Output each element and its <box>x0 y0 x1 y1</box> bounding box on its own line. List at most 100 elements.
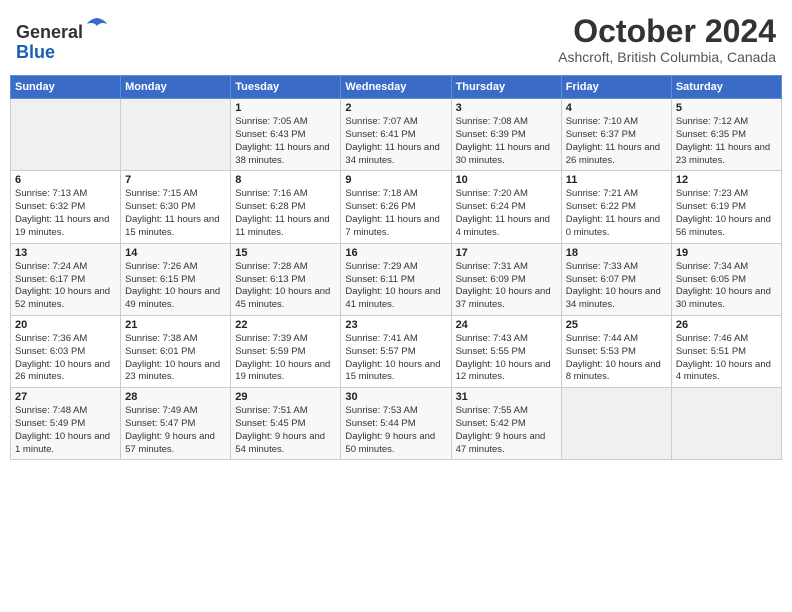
day-info: Sunrise: 7:18 AM Sunset: 6:26 PM Dayligh… <box>345 188 446 239</box>
page-header: General Blue October 2024 Ashcroft, Brit… <box>10 10 782 69</box>
day-info: Sunrise: 7:33 AM Sunset: 6:07 PM Dayligh… <box>566 261 667 312</box>
day-number: 27 <box>15 391 116 403</box>
day-number: 13 <box>15 247 116 259</box>
calendar-cell: 15 Sunrise: 7:28 AM Sunset: 6:13 PM Dayli… <box>231 243 341 315</box>
day-info: Sunrise: 7:29 AM Sunset: 6:11 PM Dayligh… <box>345 261 446 312</box>
weekday-header: Thursday <box>451 76 561 99</box>
calendar-week-row: 27 Sunrise: 7:48 AM Sunset: 5:49 PM Dayli… <box>11 388 782 460</box>
calendar-cell: 2Sunrise: 7:07 AM Sunset: 6:41 PM Daylig… <box>341 99 451 171</box>
calendar-cell: 12Sunrise: 7:23 AM Sunset: 6:19 PM Dayli… <box>671 171 781 243</box>
logo: General Blue <box>16 14 109 63</box>
weekday-header-row: SundayMondayTuesdayWednesdayThursdayFrid… <box>11 76 782 99</box>
day-info: Sunrise: 7:10 AM Sunset: 6:37 PM Dayligh… <box>566 116 667 167</box>
day-number: 14 <box>125 247 226 259</box>
calendar-cell: 25 Sunrise: 7:44 AM Sunset: 5:53 PM Dayli… <box>561 315 671 387</box>
location-title: Ashcroft, British Columbia, Canada <box>558 49 776 65</box>
calendar-cell: 31 Sunrise: 7:55 AM Sunset: 5:42 PM Dayli… <box>451 388 561 460</box>
calendar-cell: 19 Sunrise: 7:34 AM Sunset: 6:05 PM Dayli… <box>671 243 781 315</box>
day-number: 9 <box>345 174 446 186</box>
calendar-cell: 5 Sunrise: 7:12 AM Sunset: 6:35 PM Daylig… <box>671 99 781 171</box>
day-number: 7 <box>125 174 226 186</box>
day-number: 30 <box>345 391 446 403</box>
calendar-table: SundayMondayTuesdayWednesdayThursdayFrid… <box>10 75 782 460</box>
day-number: 29 <box>235 391 336 403</box>
day-number: 24 <box>456 319 557 331</box>
day-number: 5 <box>676 102 777 114</box>
calendar-cell: 22Sunrise: 7:39 AM Sunset: 5:59 PM Dayli… <box>231 315 341 387</box>
calendar-cell: 21 Sunrise: 7:38 AM Sunset: 6:01 PM Dayli… <box>121 315 231 387</box>
day-number: 28 <box>125 391 226 403</box>
weekday-header: Wednesday <box>341 76 451 99</box>
day-info: Sunrise: 7:43 AM Sunset: 5:55 PM Dayligh… <box>456 333 557 384</box>
calendar-week-row: 6 Sunrise: 7:13 AM Sunset: 6:32 PM Daylig… <box>11 171 782 243</box>
calendar-cell: 23 Sunrise: 7:41 AM Sunset: 5:57 PM Dayli… <box>341 315 451 387</box>
day-number: 23 <box>345 319 446 331</box>
calendar-cell: 4 Sunrise: 7:10 AM Sunset: 6:37 PM Daylig… <box>561 99 671 171</box>
day-info: Sunrise: 7:16 AM Sunset: 6:28 PM Dayligh… <box>235 188 336 239</box>
calendar-cell: 9 Sunrise: 7:18 AM Sunset: 6:26 PM Daylig… <box>341 171 451 243</box>
calendar-cell <box>11 99 121 171</box>
day-info: Sunrise: 7:15 AM Sunset: 6:30 PM Dayligh… <box>125 188 226 239</box>
day-info: Sunrise: 7:36 AM Sunset: 6:03 PM Dayligh… <box>15 333 116 384</box>
day-info: Sunrise: 7:12 AM Sunset: 6:35 PM Dayligh… <box>676 116 777 167</box>
calendar-cell: 17 Sunrise: 7:31 AM Sunset: 6:09 PM Dayli… <box>451 243 561 315</box>
day-info: Sunrise: 7:53 AM Sunset: 5:44 PM Dayligh… <box>345 405 446 456</box>
day-info: Sunrise: 7:31 AM Sunset: 6:09 PM Dayligh… <box>456 261 557 312</box>
calendar-cell: 18 Sunrise: 7:33 AM Sunset: 6:07 PM Dayli… <box>561 243 671 315</box>
weekday-header: Sunday <box>11 76 121 99</box>
day-number: 18 <box>566 247 667 259</box>
calendar-cell: 3Sunrise: 7:08 AM Sunset: 6:39 PM Daylig… <box>451 99 561 171</box>
day-info: Sunrise: 7:07 AM Sunset: 6:41 PM Dayligh… <box>345 116 446 167</box>
day-info: Sunrise: 7:34 AM Sunset: 6:05 PM Dayligh… <box>676 261 777 312</box>
calendar-cell: 10Sunrise: 7:20 AM Sunset: 6:24 PM Dayli… <box>451 171 561 243</box>
calendar-cell: 14 Sunrise: 7:26 AM Sunset: 6:15 PM Dayli… <box>121 243 231 315</box>
day-number: 26 <box>676 319 777 331</box>
calendar-week-row: 13 Sunrise: 7:24 AM Sunset: 6:17 PM Dayli… <box>11 243 782 315</box>
day-number: 4 <box>566 102 667 114</box>
day-info: Sunrise: 7:55 AM Sunset: 5:42 PM Dayligh… <box>456 405 557 456</box>
calendar-cell: 24 Sunrise: 7:43 AM Sunset: 5:55 PM Dayli… <box>451 315 561 387</box>
day-number: 8 <box>235 174 336 186</box>
calendar-cell <box>671 388 781 460</box>
day-info: Sunrise: 7:26 AM Sunset: 6:15 PM Dayligh… <box>125 261 226 312</box>
day-number: 11 <box>566 174 667 186</box>
day-number: 31 <box>456 391 557 403</box>
day-number: 1 <box>235 102 336 114</box>
calendar-cell <box>121 99 231 171</box>
calendar-cell: 20 Sunrise: 7:36 AM Sunset: 6:03 PM Dayli… <box>11 315 121 387</box>
day-number: 15 <box>235 247 336 259</box>
day-number: 10 <box>456 174 557 186</box>
logo-general: General <box>16 22 83 42</box>
title-block: October 2024 Ashcroft, British Columbia,… <box>558 14 776 65</box>
day-info: Sunrise: 7:48 AM Sunset: 5:49 PM Dayligh… <box>15 405 116 456</box>
day-info: Sunrise: 7:05 AM Sunset: 6:43 PM Dayligh… <box>235 116 336 167</box>
day-number: 25 <box>566 319 667 331</box>
calendar-cell: 1 Sunrise: 7:05 AM Sunset: 6:43 PM Daylig… <box>231 99 341 171</box>
day-info: Sunrise: 7:21 AM Sunset: 6:22 PM Dayligh… <box>566 188 667 239</box>
day-info: Sunrise: 7:49 AM Sunset: 5:47 PM Dayligh… <box>125 405 226 456</box>
day-number: 22 <box>235 319 336 331</box>
day-number: 16 <box>345 247 446 259</box>
weekday-header: Tuesday <box>231 76 341 99</box>
day-number: 20 <box>15 319 116 331</box>
weekday-header: Friday <box>561 76 671 99</box>
day-info: Sunrise: 7:51 AM Sunset: 5:45 PM Dayligh… <box>235 405 336 456</box>
day-info: Sunrise: 7:24 AM Sunset: 6:17 PM Dayligh… <box>15 261 116 312</box>
day-info: Sunrise: 7:28 AM Sunset: 6:13 PM Dayligh… <box>235 261 336 312</box>
logo-bird-icon <box>85 14 109 38</box>
day-info: Sunrise: 7:13 AM Sunset: 6:32 PM Dayligh… <box>15 188 116 239</box>
calendar-cell: 26Sunrise: 7:46 AM Sunset: 5:51 PM Dayli… <box>671 315 781 387</box>
day-number: 3 <box>456 102 557 114</box>
day-number: 19 <box>676 247 777 259</box>
calendar-cell: 11 Sunrise: 7:21 AM Sunset: 6:22 PM Dayli… <box>561 171 671 243</box>
day-info: Sunrise: 7:38 AM Sunset: 6:01 PM Dayligh… <box>125 333 226 384</box>
day-info: Sunrise: 7:44 AM Sunset: 5:53 PM Dayligh… <box>566 333 667 384</box>
day-number: 21 <box>125 319 226 331</box>
day-info: Sunrise: 7:23 AM Sunset: 6:19 PM Dayligh… <box>676 188 777 239</box>
day-info: Sunrise: 7:41 AM Sunset: 5:57 PM Dayligh… <box>345 333 446 384</box>
logo-blue: Blue <box>16 42 55 62</box>
day-number: 6 <box>15 174 116 186</box>
day-number: 17 <box>456 247 557 259</box>
calendar-cell: 30 Sunrise: 7:53 AM Sunset: 5:44 PM Dayli… <box>341 388 451 460</box>
calendar-cell: 28 Sunrise: 7:49 AM Sunset: 5:47 PM Dayli… <box>121 388 231 460</box>
